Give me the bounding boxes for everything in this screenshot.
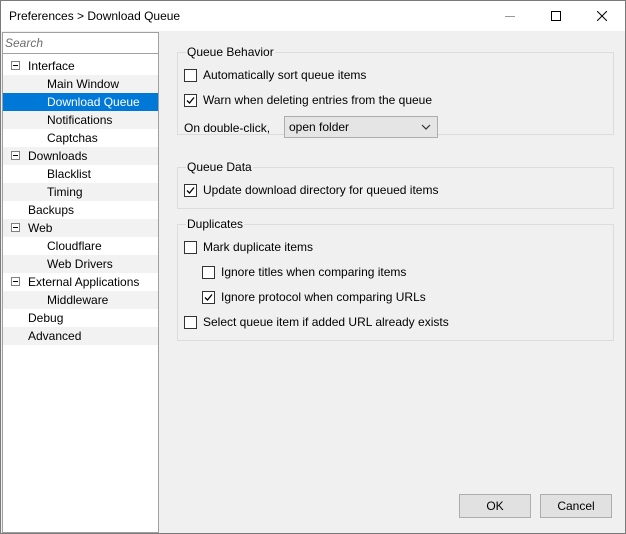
checkmark-icon	[204, 293, 213, 301]
collapse-icon[interactable]	[11, 277, 20, 286]
checkmark-icon	[186, 186, 195, 194]
tree-item-label: Main Window	[47, 77, 120, 91]
auto-sort-label: Automatically sort queue items	[203, 68, 367, 82]
double-click-value: open folder	[289, 120, 350, 134]
select-existing-checkbox-row[interactable]: Select queue item if added URL already e…	[184, 314, 449, 330]
update-dir-checkbox[interactable]	[184, 183, 197, 197]
queue-data-title: Queue Data	[186, 160, 253, 174]
duplicates-title: Duplicates	[186, 217, 245, 231]
mark-dup-checkbox-row[interactable]: Mark duplicate items	[184, 239, 313, 255]
mark-dup-label: Mark duplicate items	[203, 240, 314, 254]
tree-item-downloads[interactable]: Downloads	[3, 147, 158, 165]
checkmark-icon	[186, 96, 195, 104]
tree-item-captchas[interactable]: Captchas	[3, 129, 158, 147]
chevron-down-icon	[421, 124, 431, 130]
maximize-icon	[551, 11, 561, 21]
tree-item-external-applications[interactable]: External Applications	[3, 273, 158, 291]
tree-item-label: Advanced	[28, 329, 82, 343]
warn-delete-label: Warn when deleting entries from the queu…	[203, 93, 433, 107]
preferences-window: Preferences > Download Queue Search Inte…	[0, 0, 626, 534]
maximize-button[interactable]	[533, 1, 579, 31]
select-existing-checkbox[interactable]	[184, 315, 197, 329]
warn-delete-checkbox[interactable]	[184, 93, 197, 107]
warn-delete-checkbox-row[interactable]: Warn when deleting entries from the queu…	[184, 92, 432, 108]
tree-item-label: Middleware	[47, 293, 109, 307]
collapse-icon[interactable]	[11, 151, 20, 160]
cancel-button[interactable]: Cancel	[540, 494, 612, 518]
sidebar: Search Interface Main Window Download Qu…	[2, 32, 159, 533]
settings-panel: Queue Behavior Automatically sort queue …	[160, 32, 625, 533]
close-button[interactable]	[579, 1, 625, 31]
minimize-button[interactable]	[487, 1, 533, 31]
mark-dup-checkbox[interactable]	[184, 240, 197, 254]
tree-item-label: Web	[28, 221, 53, 235]
minimize-icon	[505, 16, 515, 17]
tree-item-download-queue[interactable]: Download Queue	[3, 93, 158, 111]
search-input[interactable]: Search	[3, 33, 158, 54]
tree-item-cloudflare[interactable]: Cloudflare	[3, 237, 158, 255]
tree-item-interface[interactable]: Interface	[3, 57, 158, 75]
tree-item-label: Captchas	[47, 131, 98, 145]
ignore-protocol-checkbox[interactable]	[202, 290, 215, 304]
tree-item-label: Debug	[28, 311, 64, 325]
tree-item-label: External Applications	[28, 275, 140, 289]
collapse-icon[interactable]	[11, 61, 20, 70]
double-click-select[interactable]: open folder	[284, 116, 438, 138]
close-icon	[597, 11, 607, 21]
tree-item-notifications[interactable]: Notifications	[3, 111, 158, 129]
ignore-titles-checkbox[interactable]	[202, 265, 215, 279]
ok-button[interactable]: OK	[459, 494, 531, 518]
tree-item-main-window[interactable]: Main Window	[3, 75, 158, 93]
tree-item-timing[interactable]: Timing	[3, 183, 158, 201]
ignore-titles-label: Ignore titles when comparing items	[221, 265, 407, 279]
double-click-label: On double-click,	[184, 121, 271, 135]
tree-item-label: Blacklist	[47, 167, 92, 181]
tree-item-label: Notifications	[47, 113, 113, 127]
tree-item-label: Web Drivers	[47, 257, 113, 271]
tree-item-label: Downloads	[28, 149, 88, 163]
tree-item-web[interactable]: Web	[3, 219, 158, 237]
tree-item-label: Timing	[47, 185, 83, 199]
tree-item-debug[interactable]: Debug	[3, 309, 158, 327]
title-bar[interactable]: Preferences > Download Queue	[1, 1, 625, 31]
ignore-titles-checkbox-row[interactable]: Ignore titles when comparing items	[202, 264, 406, 280]
ignore-protocol-label: Ignore protocol when comparing URLs	[221, 290, 426, 304]
queue-behavior-title: Queue Behavior	[186, 45, 275, 59]
tree-item-label: Interface	[28, 59, 75, 73]
tree-item-label: Download Queue	[47, 95, 140, 109]
tree-item-label: Backups	[28, 203, 75, 217]
ignore-protocol-checkbox-row[interactable]: Ignore protocol when comparing URLs	[202, 289, 426, 305]
collapse-icon[interactable]	[11, 223, 20, 232]
tree-item-label: Cloudflare	[47, 239, 102, 253]
window-title: Preferences > Download Queue	[9, 9, 181, 23]
tree-item-backups[interactable]: Backups	[3, 201, 158, 219]
tree-item-web-drivers[interactable]: Web Drivers	[3, 255, 158, 273]
auto-sort-checkbox[interactable]	[184, 68, 197, 82]
update-dir-label: Update download directory for queued ite…	[203, 183, 439, 197]
tree-item-advanced[interactable]: Advanced	[3, 327, 158, 345]
auto-sort-checkbox-row[interactable]: Automatically sort queue items	[184, 67, 366, 83]
tree-item-middleware[interactable]: Middleware	[3, 291, 158, 309]
select-existing-label: Select queue item if added URL already e…	[203, 315, 449, 329]
update-dir-checkbox-row[interactable]: Update download directory for queued ite…	[184, 182, 438, 198]
tree-item-blacklist[interactable]: Blacklist	[3, 165, 158, 183]
category-tree: Interface Main Window Download Queue Not…	[3, 57, 158, 345]
